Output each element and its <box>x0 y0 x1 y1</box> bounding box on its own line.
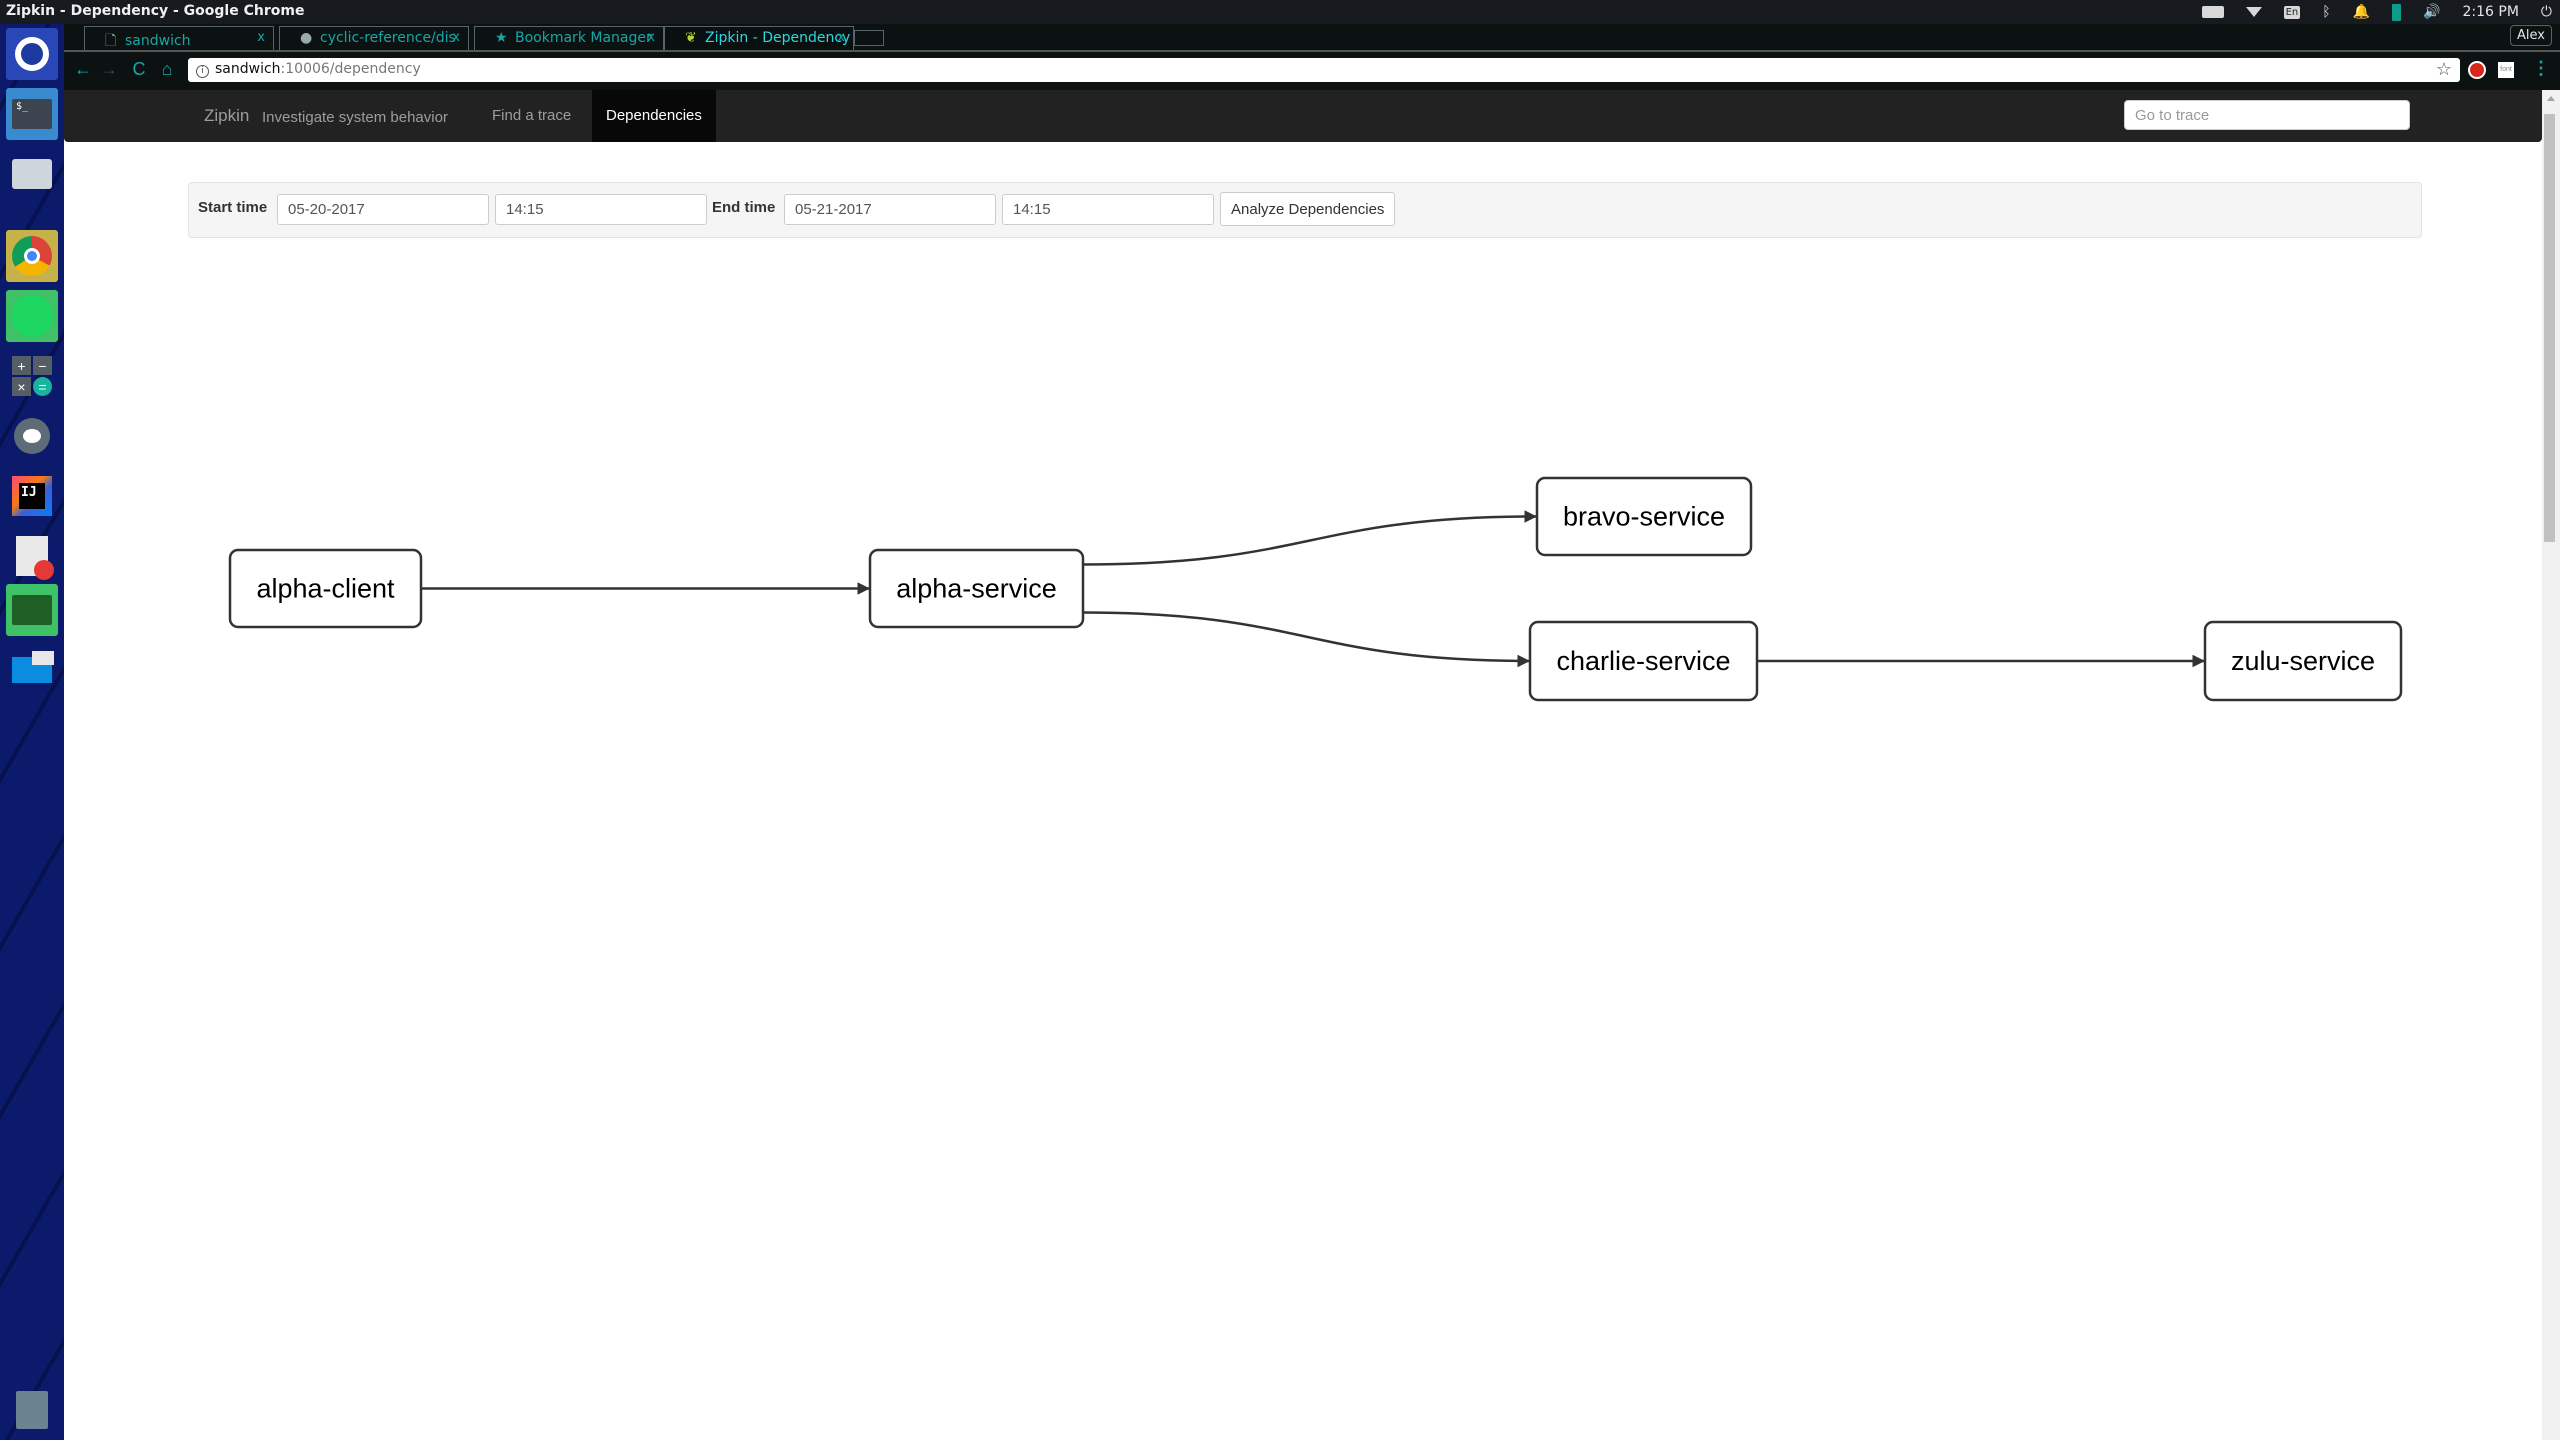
trash-icon <box>16 1391 48 1429</box>
launcher-terminal[interactable]: $_ <box>6 88 58 140</box>
system-tray: En ᛒ 🔔 🔊 2:16 PM ⏻ <box>2201 0 2552 24</box>
node-label: alpha-client <box>256 574 395 604</box>
volume-icon[interactable]: 🔊 <box>2423 4 2440 20</box>
page-scrollbar[interactable] <box>2542 90 2560 1440</box>
launcher-settings[interactable] <box>6 410 58 462</box>
launcher-trash[interactable] <box>6 1384 58 1436</box>
system-monitor-icon <box>12 595 52 625</box>
tab-label: Zipkin - Dependency <box>705 30 851 46</box>
bluetooth-icon[interactable]: ᛒ <box>2322 4 2330 20</box>
font-extension-icon[interactable]: font <box>2498 62 2514 78</box>
tab-label: sandwich <box>125 33 191 49</box>
profile-badge[interactable]: Alex <box>2510 25 2552 46</box>
spotify-icon <box>11 295 53 337</box>
edge-alpha-service-to-bravo-service <box>1082 510 1538 566</box>
close-icon[interactable]: x <box>837 30 845 45</box>
tab-zipkin-dependency[interactable]: ❦ Zipkin - Dependency x <box>664 26 854 50</box>
launcher-calculator[interactable]: + − × = <box>6 350 58 402</box>
launcher-intellij[interactable]: IJ <box>6 470 58 522</box>
node-label: zulu-service <box>2231 646 2375 676</box>
language-en-icon[interactable]: En <box>2283 5 2301 19</box>
new-tab-button[interactable] <box>854 30 884 46</box>
adblock-extension-icon[interactable] <box>2468 61 2486 79</box>
intellij-icon: IJ <box>12 476 52 516</box>
launcher-ubuntu-dash[interactable] <box>6 28 58 80</box>
clock[interactable]: 2:16 PM <box>2463 4 2519 20</box>
power-icon[interactable]: ⏻ <box>2541 4 2552 20</box>
bell-icon[interactable]: 🔔 <box>2353 4 2370 20</box>
dependency-graph: alpha-client alpha-service bravo-service ch… <box>228 476 2403 702</box>
zipkin-leaf-icon: ❦ <box>685 30 697 46</box>
close-icon[interactable]: x <box>452 30 460 45</box>
text-editor-icon <box>16 536 54 580</box>
launcher-system-monitor[interactable] <box>6 584 58 636</box>
browser-toolbar: ← → C ⌂ i sandwich:10006/dependency ☆ fon… <box>64 50 2560 90</box>
tab-sandwich[interactable]: 🗋 sandwich x <box>84 26 274 50</box>
launcher-spotify[interactable] <box>6 290 58 342</box>
close-icon[interactable]: x <box>257 30 265 45</box>
node-alpha-client[interactable]: alpha-client <box>228 548 423 629</box>
page-viewport: Zipkin Investigate system behavior Find … <box>64 90 2542 1440</box>
address-bar[interactable]: i sandwich:10006/dependency ☆ <box>188 58 2460 82</box>
page-icon: 🗋 <box>105 33 117 49</box>
info-icon[interactable]: i <box>196 65 209 78</box>
tab-label: Bookmark Manager <box>515 30 652 46</box>
home-icon[interactable]: ⌂ <box>156 59 178 80</box>
chrome-menu-icon[interactable]: ⋮ <box>2532 58 2550 79</box>
node-bravo-service[interactable]: bravo-service <box>1535 476 1753 557</box>
node-label: charlie-service <box>1556 646 1730 676</box>
wifi-icon[interactable] <box>2245 7 2262 17</box>
url-path: :10006/dependency <box>280 61 421 77</box>
scrollbar-thumb[interactable] <box>2544 114 2555 542</box>
terminal-icon: $_ <box>12 99 52 129</box>
tab-cyclic-reference[interactable]: ● cyclic-reference/dis x <box>279 26 469 50</box>
forward-icon[interactable]: → <box>98 59 120 80</box>
launcher-files[interactable] <box>6 148 58 200</box>
back-icon[interactable]: ← <box>72 59 94 80</box>
edge-alpha-service-to-charlie-service <box>1082 611 1531 668</box>
node-label: bravo-service <box>1563 502 1725 532</box>
reload-icon[interactable]: C <box>128 59 150 80</box>
browser-tab-strip: 🗋 sandwich x ● cyclic-reference/dis x ★ Boo… <box>64 24 2560 50</box>
node-alpha-service[interactable]: alpha-service <box>868 548 1085 629</box>
keyboard-icon[interactable] <box>2201 6 2224 18</box>
launcher-workspaces[interactable] <box>6 644 58 696</box>
workspaces-icon <box>12 651 54 683</box>
github-icon: ● <box>300 30 313 46</box>
node-label: alpha-service <box>896 574 1057 604</box>
launcher: $_ + − × = IJ <box>0 24 64 1440</box>
tab-bookmark-manager[interactable]: ★ Bookmark Manager x <box>474 26 664 50</box>
node-zulu-service[interactable]: zulu-service <box>2203 620 2403 702</box>
folder-icon <box>12 159 52 189</box>
window-title: Zipkin - Dependency - Google Chrome <box>6 3 305 19</box>
chrome-icon <box>12 236 52 276</box>
star-icon: ★ <box>495 30 508 46</box>
bookmark-star-icon[interactable]: ☆ <box>2436 59 2452 80</box>
tab-label: cyclic-reference/dis <box>320 30 456 46</box>
launcher-text-editor[interactable] <box>6 530 58 582</box>
launcher-chrome[interactable] <box>6 230 58 282</box>
scroll-up-icon[interactable] <box>2547 96 2555 101</box>
os-top-panel: Zipkin - Dependency - Google Chrome En ᛒ… <box>0 0 2560 24</box>
close-icon[interactable]: x <box>647 30 655 45</box>
ubuntu-logo-icon <box>15 37 49 71</box>
node-charlie-service[interactable]: charlie-service <box>1528 620 1759 702</box>
url-host: sandwich <box>215 61 281 77</box>
gear-icon <box>14 418 50 454</box>
calculator-icon: + − × = <box>12 356 52 396</box>
battery-icon[interactable] <box>2392 3 2402 21</box>
